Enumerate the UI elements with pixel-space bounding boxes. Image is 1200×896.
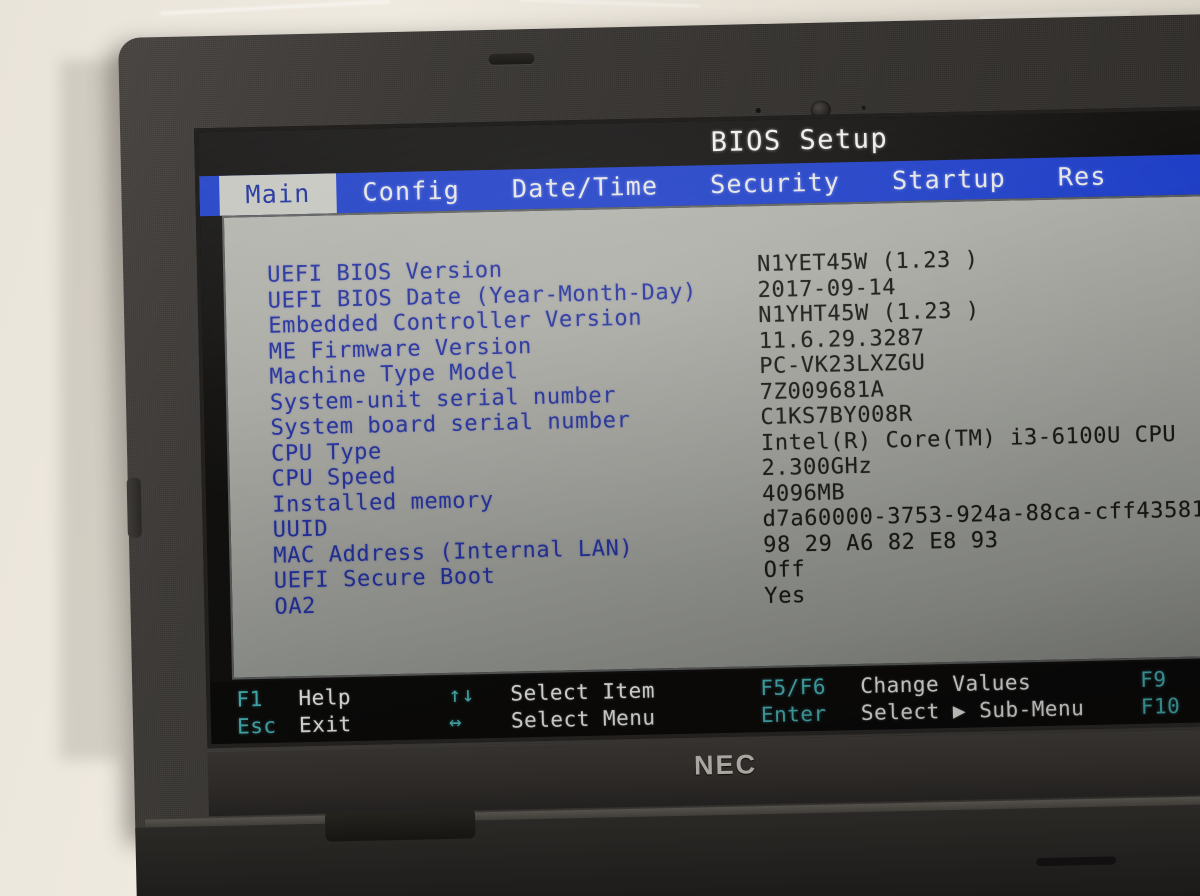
tab-date-time[interactable]: Date/Time — [485, 166, 684, 210]
fn-desc-help: Help — [298, 684, 352, 710]
info-value: Yes — [764, 582, 807, 609]
lid-rubber-bumper-icon — [488, 52, 535, 65]
system-information-list: UEFI BIOS Version N1YET45W (1.23 ) UEFI … — [267, 242, 1200, 677]
fn-key-enter[interactable]: Enter — [761, 700, 861, 726]
tab-security[interactable]: Security — [684, 162, 867, 206]
info-value: 2.300GHz — [761, 453, 873, 482]
fn-desc-select-menu: Select Menu — [510, 704, 656, 733]
lid-side-button[interactable] — [126, 477, 142, 538]
info-value: 98 29 A6 82 E8 93 — [762, 527, 999, 558]
info-value: 4096MB — [761, 479, 846, 507]
brand-logo: NEC — [693, 749, 758, 781]
wall-scuff — [520, 0, 700, 8]
fn-key-up-down-arrow-icon[interactable]: ↑↓ — [448, 681, 511, 707]
wall-scuff — [160, 0, 390, 16]
info-value: Off — [763, 557, 806, 584]
laptop-screen-frame: BIOS Setup Main Config Date/Time Securit… — [193, 105, 1200, 749]
microphone-hole-icon — [755, 107, 761, 114]
photograph-of-laptop: BIOS Setup Main Config Date/Time Securit… — [0, 0, 1200, 896]
info-value: 11.6.29.3287 — [758, 324, 926, 354]
tab-startup[interactable]: Startup — [866, 158, 1033, 202]
bios-setup-screen: BIOS Setup Main Config Date/Time Securit… — [198, 109, 1200, 745]
hinge-left — [324, 808, 476, 842]
info-value: 2017-09-14 — [757, 274, 897, 303]
fn-desc-select-sub-menu: Select ▶ Sub-Menu — [860, 695, 1085, 725]
fn-key-left-right-arrow-icon[interactable]: ↔ — [449, 708, 512, 733]
tab-restart[interactable]: Res — [1031, 156, 1133, 198]
fn-key-f1[interactable]: F1 — [236, 686, 299, 712]
info-value: N1YHT45W (1.23 ) — [757, 298, 980, 329]
microphone-hole-icon — [861, 105, 866, 110]
fn-desc-select-item: Select Item — [510, 677, 656, 706]
fn-desc-exit: Exit — [298, 711, 352, 737]
info-value: C1KS7BY008R — [760, 401, 913, 431]
info-value: PC-VK23LXZGU — [759, 350, 926, 380]
fn-key-esc[interactable]: Esc — [237, 713, 300, 738]
fn-key-f10[interactable]: F10 — [1141, 693, 1200, 718]
laptop-cast-shadow — [60, 60, 120, 760]
fn-key-f5-f6[interactable]: F5/F6 — [760, 673, 860, 699]
tab-main[interactable]: Main — [219, 173, 337, 216]
tab-config[interactable]: Config — [336, 170, 486, 213]
bios-content-panel: UEFI BIOS Version N1YET45W (1.23 ) UEFI … — [221, 193, 1200, 680]
laptop-device: BIOS Setup Main Config Date/Time Securit… — [118, 13, 1200, 896]
info-value: 7Z009681A — [759, 376, 885, 405]
fn-key-f9[interactable]: F9 — [1140, 666, 1200, 692]
info-value: N1YET45W (1.23 ) — [756, 247, 979, 278]
